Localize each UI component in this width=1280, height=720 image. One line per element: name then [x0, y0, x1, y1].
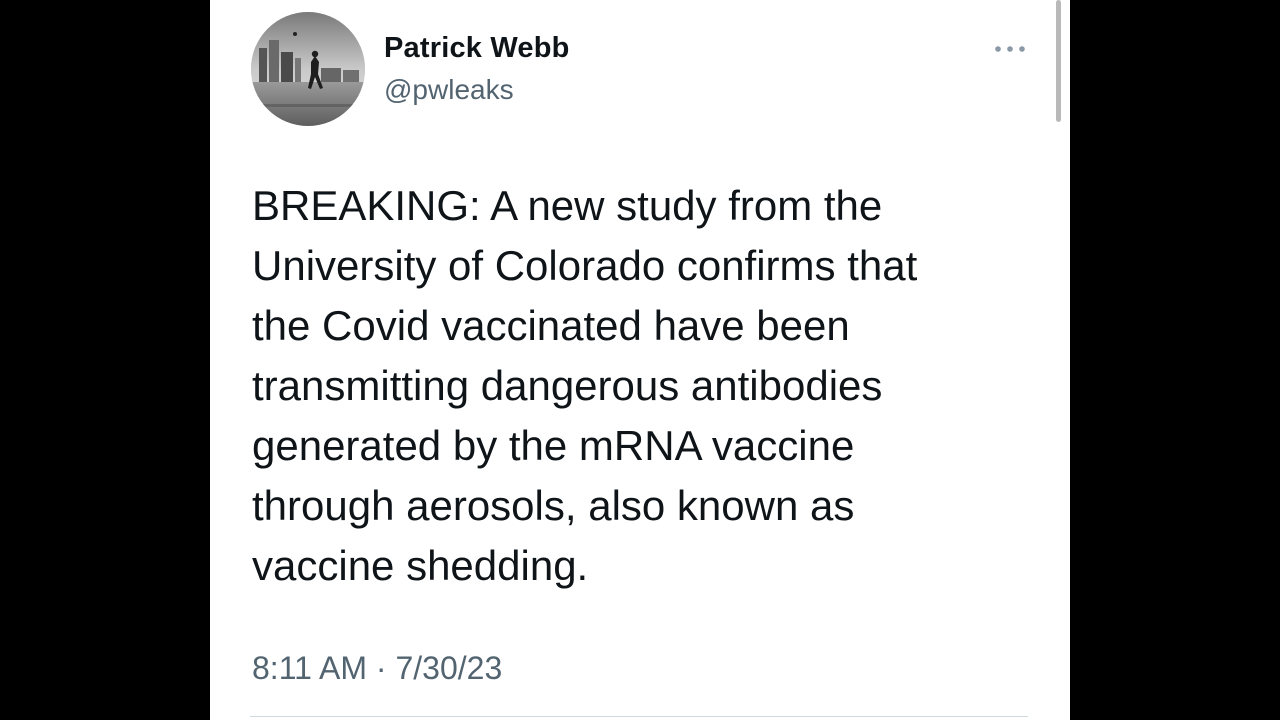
tweet-text: BREAKING: A new study from the Universit… [252, 176, 1042, 596]
screenshot-frame: Patrick Webb @pwleaks BREAKING: A new st… [0, 0, 1280, 720]
author-handle[interactable]: @pwleaks [384, 74, 514, 106]
tweet-card: Patrick Webb @pwleaks BREAKING: A new st… [210, 0, 1070, 720]
tweet-text-line: generated by the mRNA vaccine [252, 422, 855, 469]
tweet-text-line: vaccine shedding. [252, 542, 589, 589]
more-options-button[interactable] [990, 36, 1030, 62]
divider [250, 716, 1028, 717]
tweet-timestamp[interactable]: 8:11 AM · 7/30/23 [252, 650, 502, 687]
tweet-text-line: transmitting dangerous antibodies [252, 362, 883, 409]
more-horizontal-icon [995, 46, 1025, 52]
tweet-text-line: University of Colorado confirms that [252, 242, 918, 289]
avatar-photo [251, 12, 365, 126]
author-display-name[interactable]: Patrick Webb [384, 32, 570, 65]
tweet-text-line: the Covid vaccinated have been [252, 302, 850, 349]
tweet-date: 7/30/23 [395, 650, 503, 686]
scrollbar-thumb[interactable] [1056, 0, 1061, 122]
avatar[interactable] [251, 12, 365, 126]
timestamp-separator: · [367, 650, 396, 686]
tweet-text-line: BREAKING: A new study from the [252, 182, 883, 229]
tweet-text-line: through aerosols, also known as [252, 482, 855, 529]
tweet-time: 8:11 AM [252, 650, 368, 686]
